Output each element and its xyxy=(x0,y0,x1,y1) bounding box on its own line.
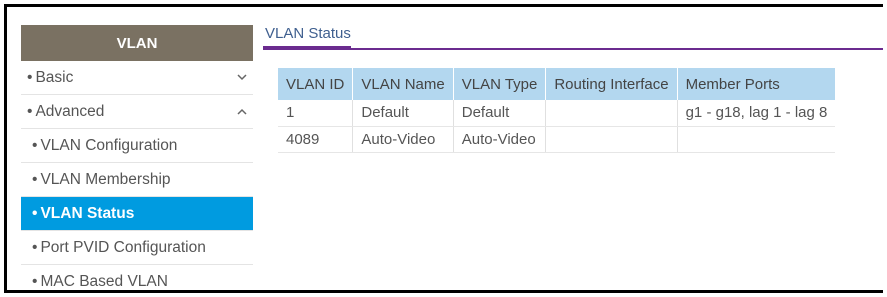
cell-member-ports xyxy=(677,126,836,153)
sidebar-item-basic[interactable]: • Basic xyxy=(21,61,253,95)
cell-vlan-id: 1 xyxy=(278,100,354,127)
bullet: • xyxy=(32,136,38,154)
sidebar-item-vlan-configuration[interactable]: • VLAN Configuration xyxy=(21,129,253,163)
sidebar-item-label: VLAN Status xyxy=(40,204,135,222)
sidebar-item-label: VLAN Configuration xyxy=(40,136,178,154)
sidebar-item-advanced[interactable]: • Advanced xyxy=(21,95,253,129)
bullet: • xyxy=(32,272,38,290)
cell-vlan-type: Auto-Video xyxy=(453,126,547,153)
table-row[interactable]: 1 Default Default g1 - g18, lag 1 - lag … xyxy=(278,100,836,127)
cell-routing-interface xyxy=(545,126,678,153)
cell-member-ports: g1 - g18, lag 1 - lag 8 xyxy=(677,100,836,127)
cell-vlan-name: Auto-Video xyxy=(352,126,454,153)
sidebar-item-label: MAC Based VLAN xyxy=(40,272,168,290)
sidebar-header: VLAN xyxy=(21,25,253,61)
sidebar-item-vlan-status[interactable]: • VLAN Status xyxy=(21,197,253,231)
main-content: VLAN Status VLAN ID VLAN Name VLAN Type … xyxy=(263,25,883,153)
bullet: • xyxy=(27,68,33,86)
bullet: • xyxy=(32,204,38,222)
chevron-up-icon[interactable] xyxy=(237,107,247,117)
table-row[interactable]: 4089 Auto-Video Auto-Video xyxy=(278,126,836,153)
sidebar-item-port-pvid-configuration[interactable]: • Port PVID Configuration xyxy=(21,231,253,265)
sidebar-item-label: VLAN Membership xyxy=(40,170,171,188)
chevron-down-icon[interactable] xyxy=(237,73,247,83)
bullet: • xyxy=(27,102,33,120)
column-header-vlan-type[interactable]: VLAN Type xyxy=(453,68,547,100)
column-header-vlan-name[interactable]: VLAN Name xyxy=(352,68,454,100)
column-header-member-ports[interactable]: Member Ports xyxy=(677,68,836,100)
vlan-status-table: VLAN ID VLAN Name VLAN Type Routing Inte… xyxy=(278,68,836,153)
sidebar-item-label: Basic xyxy=(35,68,74,86)
sidebar: VLAN • Basic • Advanced • VLAN Configura… xyxy=(21,25,253,290)
table-header-row: VLAN ID VLAN Name VLAN Type Routing Inte… xyxy=(278,68,836,100)
app-frame: VLAN • Basic • Advanced • VLAN Configura… xyxy=(4,4,883,293)
cell-vlan-name: Default xyxy=(352,100,454,127)
cell-vlan-id: 4089 xyxy=(278,126,354,153)
cell-vlan-type: Default xyxy=(453,100,547,127)
sidebar-item-label: Port PVID Configuration xyxy=(40,238,206,256)
sidebar-item-mac-based-vlan[interactable]: • MAC Based VLAN xyxy=(21,265,253,290)
cell-routing-interface xyxy=(545,100,678,127)
column-header-vlan-id[interactable]: VLAN ID xyxy=(278,68,354,100)
bullet: • xyxy=(32,170,38,188)
sidebar-item-label: Advanced xyxy=(35,102,105,120)
page-title: VLAN Status xyxy=(263,25,351,49)
tab-underline xyxy=(263,48,883,50)
sidebar-item-vlan-membership[interactable]: • VLAN Membership xyxy=(21,163,253,197)
bullet: • xyxy=(32,238,38,256)
column-header-routing-interface[interactable]: Routing Interface xyxy=(545,68,678,100)
